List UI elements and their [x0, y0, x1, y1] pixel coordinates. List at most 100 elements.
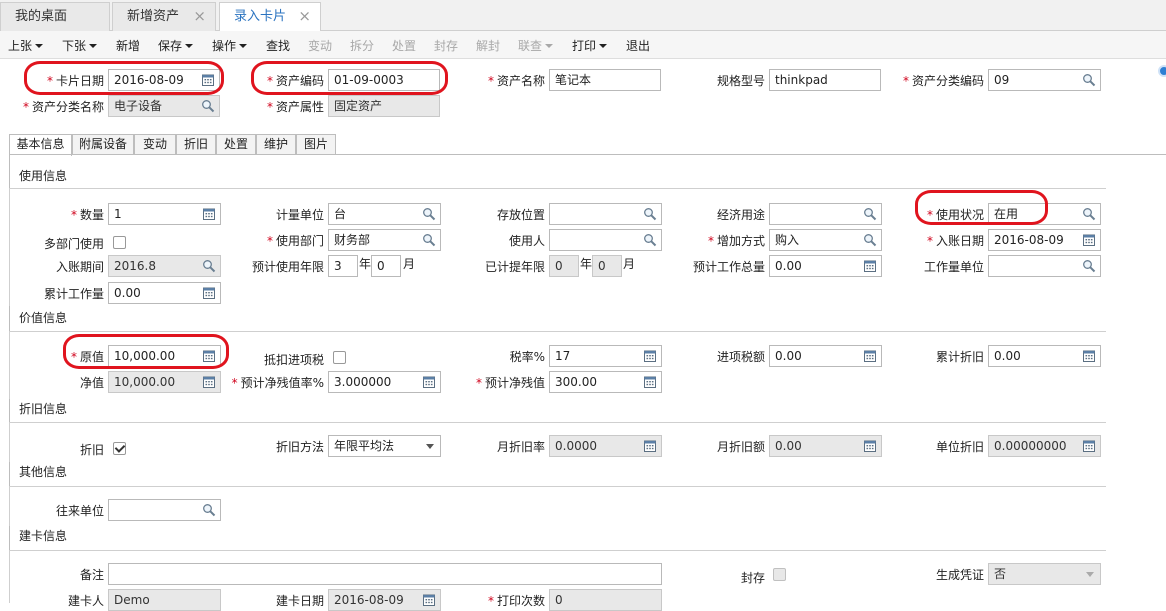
- close-icon[interactable]: ×: [193, 3, 206, 30]
- create-date-label: 建卡日期: [275, 594, 324, 608]
- life-months-field[interactable]: 0: [371, 255, 401, 277]
- category-name-field[interactable]: 电子设备: [108, 95, 220, 117]
- cum-work-field[interactable]: 0.00: [108, 282, 221, 304]
- calculator-icon[interactable]: [863, 349, 877, 363]
- info-tab-basic[interactable]: 基本信息: [9, 134, 72, 156]
- asset-name-label: * 资产名称: [487, 74, 545, 88]
- tax-rate-field[interactable]: 17: [549, 345, 662, 367]
- info-tab-depreciation[interactable]: 折旧: [176, 134, 216, 155]
- info-tab-change[interactable]: 变动: [134, 134, 176, 155]
- calculator-icon[interactable]: [202, 286, 216, 300]
- section-depreciation: 折旧信息: [19, 402, 68, 416]
- remark-label: 备注: [79, 568, 104, 582]
- calendar-icon[interactable]: [1082, 233, 1096, 247]
- chevron-down-icon: [89, 44, 98, 48]
- calculator-icon[interactable]: [643, 375, 657, 389]
- user-field[interactable]: [549, 229, 662, 251]
- toolbar-button[interactable]: 下张: [62, 37, 98, 54]
- salvage-label: * 预计净残值: [475, 376, 545, 390]
- monthly-amount-field: 0.00: [769, 435, 882, 457]
- search-icon[interactable]: [1082, 207, 1096, 221]
- info-tab-maintenance[interactable]: 维护: [256, 134, 296, 155]
- quantity-field[interactable]: 1: [108, 203, 221, 225]
- divider: [10, 422, 1106, 423]
- info-tab-images[interactable]: 图片: [296, 134, 336, 155]
- econ-use-field[interactable]: [769, 203, 882, 225]
- toolbar-button[interactable]: 退出: [626, 37, 650, 54]
- info-tab-disposal[interactable]: 处置: [216, 134, 256, 155]
- dept-label: * 使用部门: [266, 234, 324, 248]
- search-icon[interactable]: [643, 233, 657, 247]
- chevron-down-icon[interactable]: [426, 444, 434, 449]
- location-field[interactable]: [549, 203, 662, 225]
- search-icon[interactable]: [202, 503, 216, 517]
- info-tab-accessories[interactable]: 附属设备: [72, 134, 134, 155]
- toolbar-button[interactable]: 操作: [212, 37, 248, 54]
- close-icon[interactable]: ×: [298, 3, 311, 30]
- add-method-field[interactable]: 购入: [769, 229, 882, 251]
- section-other: 其他信息: [19, 465, 68, 479]
- depr-checkbox[interactable]: [113, 442, 126, 455]
- calculator-icon[interactable]: [202, 207, 216, 221]
- asset-attr-field: 固定资产: [328, 95, 440, 117]
- depr-label: 折旧: [79, 443, 104, 457]
- toolbar-button[interactable]: 保存: [158, 37, 194, 54]
- tab-card-entry[interactable]: 录入卡片 ×: [219, 2, 321, 32]
- toolbar-button: 联查: [518, 37, 554, 54]
- highlight-oval: [24, 61, 224, 95]
- toolbar-button: 拆分: [350, 39, 375, 53]
- scroll-indicator-icon[interactable]: [1158, 65, 1166, 77]
- toolbar-button: 封存: [434, 39, 459, 53]
- depr-method-select[interactable]: 年限平均法: [328, 435, 441, 457]
- salvage-rate-field[interactable]: 3.000000: [328, 371, 441, 393]
- divider: [10, 331, 1106, 332]
- calculator-icon[interactable]: [863, 259, 877, 273]
- net-value-label: 净值: [79, 376, 104, 390]
- category-code-field[interactable]: 09: [988, 69, 1101, 91]
- work-unit-field[interactable]: [988, 255, 1101, 277]
- dept-field[interactable]: 财务部: [328, 229, 441, 251]
- toolbar-button[interactable]: 新增: [116, 37, 140, 54]
- calculator-icon[interactable]: [643, 349, 657, 363]
- monthly-amount-label: 月折旧额: [716, 440, 765, 454]
- cum-depr-field[interactable]: 0.00: [988, 345, 1101, 367]
- search-icon[interactable]: [201, 99, 215, 113]
- deduct-tax-checkbox[interactable]: [333, 351, 346, 364]
- search-icon[interactable]: [422, 207, 436, 221]
- spec-model-field[interactable]: thinkpad: [769, 69, 881, 91]
- tab-new-asset[interactable]: 新增资产 ×: [112, 2, 216, 31]
- search-icon[interactable]: [863, 233, 877, 247]
- create-date-field: 2016-08-09: [328, 589, 441, 611]
- calculator-icon[interactable]: [422, 375, 436, 389]
- multi-dept-checkbox[interactable]: [113, 236, 126, 249]
- toolbar-button[interactable]: 打印: [572, 37, 608, 54]
- calculator-icon: [643, 439, 657, 453]
- unit-field[interactable]: 台: [328, 203, 441, 225]
- calculator-icon[interactable]: [1082, 349, 1096, 363]
- divider: [9, 486, 10, 526]
- calculator-icon: [202, 375, 216, 389]
- asset-name-field[interactable]: 笔记本: [549, 69, 661, 91]
- search-icon[interactable]: [1082, 73, 1096, 87]
- toolbar-button[interactable]: 上张: [8, 37, 44, 54]
- month-unit-label: 月: [623, 257, 636, 271]
- partner-field[interactable]: [108, 499, 221, 521]
- search-icon[interactable]: [643, 207, 657, 221]
- total-work-field[interactable]: 0.00: [769, 255, 882, 277]
- input-tax-field[interactable]: 0.00: [769, 345, 882, 367]
- cum-depr-label: 累计折旧: [935, 350, 984, 364]
- category-code-label: * 资产分类编码: [902, 74, 984, 88]
- search-icon[interactable]: [863, 207, 877, 221]
- highlight-oval: [251, 61, 448, 95]
- toolbar-button[interactable]: 查找: [266, 37, 290, 54]
- search-icon[interactable]: [422, 233, 436, 247]
- life-years-field[interactable]: 3: [328, 255, 358, 277]
- tab-desktop[interactable]: 我的桌面: [0, 2, 110, 31]
- sealed-label: 封存: [740, 571, 765, 585]
- remark-field[interactable]: [108, 563, 662, 585]
- salvage-field[interactable]: 300.00: [549, 371, 662, 393]
- month-unit-label: 月: [403, 257, 416, 271]
- entry-date-field[interactable]: 2016-08-09: [988, 229, 1101, 251]
- search-icon[interactable]: [1082, 259, 1096, 273]
- cum-work-label: 累计工作量: [43, 287, 104, 301]
